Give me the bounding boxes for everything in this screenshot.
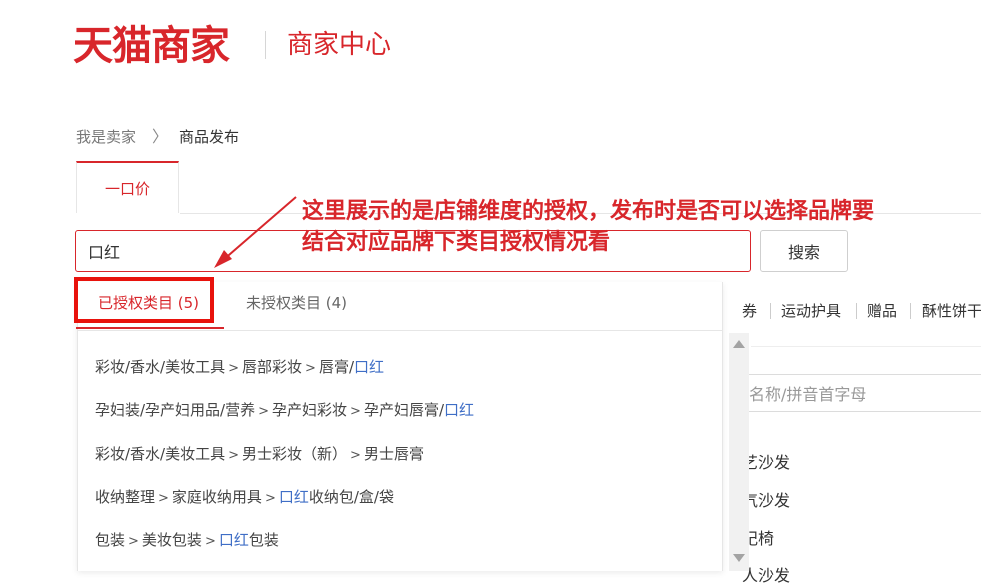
dropdown-tabs-divider [77, 330, 723, 331]
keyword-highlight: 口红 [354, 358, 385, 376]
bg-nav-separator [910, 303, 911, 319]
keyword-highlight: 口红 [218, 531, 249, 549]
bg-nav-divider [751, 346, 981, 347]
scroll-up-arrow-icon[interactable] [733, 340, 745, 348]
keyword-highlight: 口红 [278, 488, 309, 506]
category-result[interactable]: 包装 > 美妆包装 > 口红包装 [95, 529, 279, 553]
bg-category-filter-input[interactable]: 名称/拼音首字母 [740, 374, 981, 412]
active-tab-underline [76, 327, 224, 329]
merchant-center-title: 商家中心 [287, 30, 392, 60]
dropdown-scrollbar[interactable] [729, 333, 749, 571]
breadcrumb-current: 商品发布 [179, 128, 240, 146]
tab-fixed-price[interactable]: 一口价 [76, 161, 179, 213]
bg-nav-item-gift[interactable]: 赠品 [867, 301, 897, 321]
tmall-merchant-logo[interactable]: 天猫商家 [73, 22, 230, 70]
scroll-down-arrow-icon[interactable] [733, 554, 745, 562]
bg-filter-placeholder: 名称/拼音首字母 [749, 385, 867, 404]
search-results-dropdown [77, 282, 723, 571]
bg-nav-item-sports-protection[interactable]: 运动护具 [781, 301, 841, 321]
category-result[interactable]: 彩妆/香水/美妆工具 > 男士彩妆（新） > 男士唇膏 [95, 443, 424, 467]
keyword-highlight: 口红 [444, 401, 475, 419]
header-divider [265, 31, 266, 59]
bg-list-item[interactable]: 人沙发 [742, 562, 790, 586]
bg-list-item[interactable]: 艺沙发 [742, 449, 790, 473]
category-result[interactable]: 收纳整理 > 家庭收纳用具 > 口红收纳包/盒/袋 [95, 486, 394, 510]
tab-unauthorized-categories[interactable]: 未授权类目 (4) [246, 292, 347, 314]
category-result[interactable]: 孕妇装/孕产妇用品/营养 > 孕产妇彩妆 > 孕产妇唇膏/口红 [95, 399, 474, 423]
annotation-note: 这里展示的是店铺维度的授权，发布时是否可以选择品牌要 结合对应品牌下类目授权情况… [302, 196, 972, 258]
bg-nav-separator [856, 303, 857, 319]
category-result[interactable]: 彩妆/香水/美妆工具 > 唇部彩妆 > 唇膏/口红 [95, 356, 384, 380]
tab-authorized-categories[interactable]: 已授权类目 (5) [98, 292, 199, 314]
bg-nav-separator [770, 303, 771, 319]
bg-nav-item-partial[interactable]: 券 [742, 301, 757, 321]
annotation-line-1: 这里展示的是店铺维度的授权，发布时是否可以选择品牌要 [302, 198, 875, 224]
annotation-line-2: 结合对应品牌下类目授权情况看 [302, 229, 611, 255]
breadcrumb-seller[interactable]: 我是卖家 [76, 127, 136, 147]
bg-nav-item-biscuits[interactable]: 酥性饼干 [922, 301, 981, 321]
bg-list-item[interactable]: 气沙发 [742, 487, 790, 511]
chevron-right-icon: 〉 [152, 127, 169, 146]
